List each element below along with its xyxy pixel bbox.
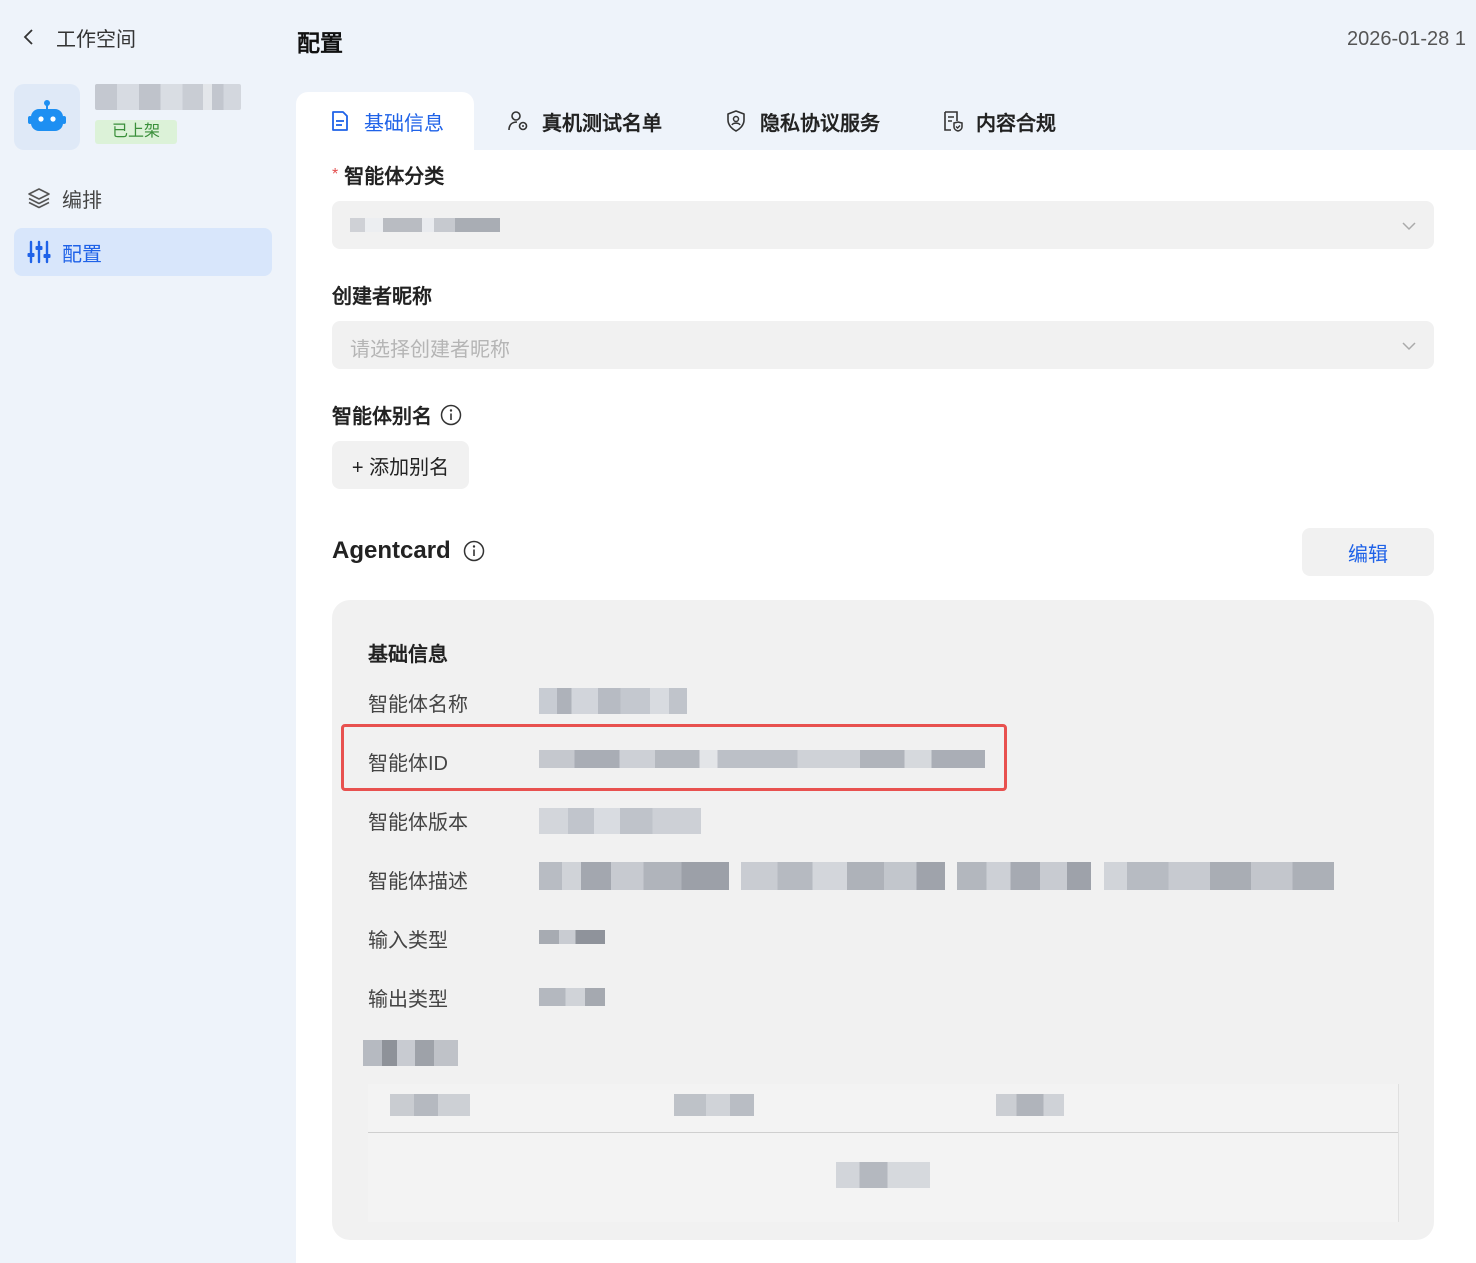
tab-content-compliance[interactable]: 内容合规 [908,92,1056,150]
table-header-redacted [996,1094,1064,1116]
app-card: 已上架 [14,84,241,150]
category-value-redacted [350,218,500,232]
table-divider [368,1132,1398,1133]
description-redacted-3 [957,862,1091,890]
output-type-redacted [539,988,605,1006]
agentcard-title: Agentcard [332,537,485,565]
chevron-left-icon [23,29,33,45]
shield-icon [727,110,745,132]
row-label-name: 智能体名称 [368,694,468,716]
layers-icon [28,188,50,209]
sidebar-item-label: 编排 [62,189,102,212]
sliders-icon [27,240,51,264]
chevron-down-icon [1402,342,1416,351]
add-alias-button[interactable]: + 添加别名 [332,441,469,489]
required-mark: * [332,165,339,183]
table-header-redacted [674,1094,754,1116]
creator-select[interactable]: 请选择创建者昵称 [332,321,1434,369]
document-icon [332,111,348,131]
app-name-redacted [95,84,241,110]
category-select[interactable] [332,201,1434,249]
compliance-icon [944,111,963,132]
category-label-text: 智能体分类 [344,166,445,188]
category-label: * 智能体分类 [332,160,444,189]
alias-label-text: 智能体别名 [332,406,432,428]
skills-table [368,1084,1399,1222]
description-redacted-1 [539,862,729,890]
alias-label: 智能体别名 [332,400,462,429]
tab-device-test-list[interactable]: 真机测试名单 [474,92,662,150]
agent-name-redacted [539,688,687,714]
creator-label: 创建者昵称 [332,286,432,308]
robot-avatar-icon [14,84,80,150]
row-label-version: 智能体版本 [368,812,468,834]
highlight-annotation [341,724,1007,791]
info-icon[interactable] [440,404,462,426]
tab-privacy-policy[interactable]: 隐私协议服务 [692,92,880,150]
tab-label: 内容合规 [976,112,1056,135]
row-label-description: 智能体描述 [368,871,468,893]
timestamp: 2026-01-28 1 [1347,28,1466,50]
agentcard-panel: 基础信息 智能体名称 智能体ID 智能体版本 智能体描述 输入类型 输出类型 [332,600,1434,1240]
page-title: 配置 [297,30,343,56]
info-icon[interactable] [463,540,485,562]
table-header-redacted [390,1094,470,1116]
row-label-output-type: 输出类型 [368,989,448,1011]
tab-bar: 基础信息 真机测试名单 隐私协议服务 内容合规 [296,92,1476,150]
back-to-workspace[interactable]: 工作空间 [20,22,136,52]
sidebar-item-edit[interactable]: 编排 [14,174,272,222]
tab-label: 基础信息 [364,112,444,135]
sidebar: 工作空间 已上架 编排 配置 [0,0,296,1263]
description-redacted-2 [741,862,945,890]
status-badge: 已上架 [95,120,178,144]
row-label-input-type: 输入类型 [368,930,448,952]
tab-label: 隐私协议服务 [760,112,880,135]
section-title-redacted [363,1040,458,1066]
agentcard-edit-button[interactable]: 编辑 [1302,528,1434,576]
sidebar-item-config[interactable]: 配置 [14,228,272,276]
agent-version-redacted [539,808,701,834]
agentcard-title-text: Agentcard [332,537,451,564]
input-type-redacted [539,930,605,944]
tab-basic-info[interactable]: 基础信息 [296,92,474,150]
back-label: 工作空间 [56,28,136,51]
creator-placeholder: 请选择创建者昵称 [350,339,510,361]
tab-label: 真机测试名单 [542,112,662,135]
sidebar-item-label: 配置 [62,243,102,266]
main-panel: * 智能体分类 创建者昵称 请选择创建者昵称 智能体别名 + 添加别名 Agen… [296,150,1476,1263]
chevron-down-icon [1402,222,1416,231]
table-cell-redacted [836,1162,930,1188]
description-redacted-4 [1104,862,1334,890]
user-gear-icon [508,111,528,131]
section-heading: 基础信息 [368,644,448,666]
